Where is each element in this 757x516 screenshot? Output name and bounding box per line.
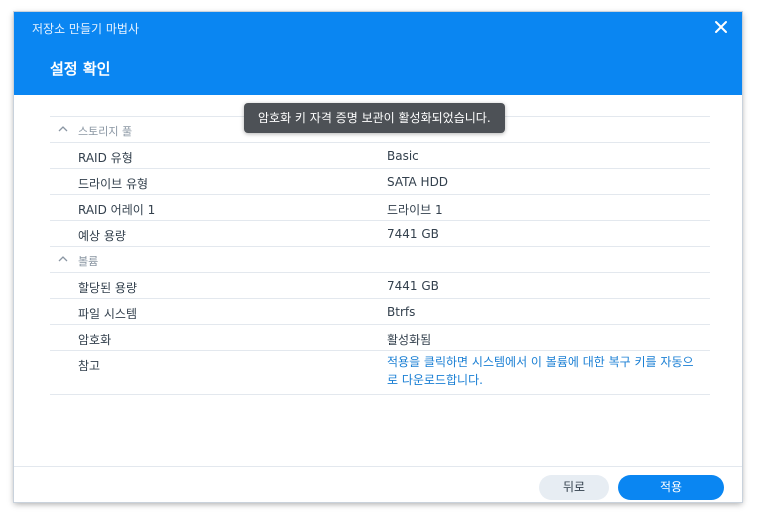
- wizard-title: 저장소 만들기 마법사: [32, 22, 139, 36]
- summary-table: 스토리지 풀 RAID 유형 Basic 드라이브 유형 SATA HDD RA…: [50, 116, 710, 395]
- row-label: 참고: [78, 359, 101, 373]
- toast-notification: 암호화 키 자격 증명 보관이 활성화되었습니다.: [244, 103, 505, 133]
- row-label: RAID 유형: [78, 151, 133, 165]
- row-label: 파일 시스템: [78, 307, 138, 321]
- row-label: 드라이브 유형: [78, 177, 149, 191]
- chevron-up-icon: [58, 126, 68, 132]
- table-row: RAID 어레이 1 드라이브 1: [50, 195, 710, 221]
- row-value: 드라이브 1: [387, 203, 443, 217]
- row-value: 활성화됨: [387, 333, 432, 347]
- apply-button[interactable]: 적용: [618, 475, 724, 500]
- row-value: 7441 GB: [387, 227, 439, 241]
- row-value: SATA HDD: [387, 175, 449, 189]
- table-row: 예상 용량 7441 GB: [50, 221, 710, 247]
- table-row: RAID 유형 Basic: [50, 143, 710, 169]
- back-button[interactable]: 뒤로: [539, 475, 609, 500]
- dialog-footer: 뒤로 적용: [14, 466, 742, 502]
- step-title: 설정 확인: [50, 60, 111, 78]
- section-label: 스토리지 풀: [78, 125, 133, 138]
- note-text: 적용을 클릭하면 시스템에서 이 볼륨에 대한 복구 키를 자동으로 다운로드합…: [387, 355, 694, 387]
- table-row: 파일 시스템 Btrfs: [50, 299, 710, 325]
- close-icon: [715, 21, 727, 33]
- storage-wizard-dialog: 저장소 만들기 마법사 설정 확인 스토리지 풀 RAID 유형 Basic 드…: [14, 12, 742, 502]
- table-row: 할당된 용량 7441 GB: [50, 273, 710, 299]
- table-row: 암호화 활성화됨: [50, 325, 710, 351]
- dialog-header: 저장소 만들기 마법사 설정 확인: [14, 12, 742, 95]
- row-value: Basic: [387, 149, 419, 163]
- row-label: 예상 용량: [78, 229, 126, 243]
- close-button[interactable]: [712, 18, 730, 36]
- row-label: RAID 어레이 1: [78, 203, 156, 217]
- row-label: 할당된 용량: [78, 281, 138, 295]
- section-header-volume[interactable]: 볼륨: [50, 247, 710, 273]
- table-row: 참고 적용을 클릭하면 시스템에서 이 볼륨에 대한 복구 키를 자동으로 다운…: [50, 351, 710, 395]
- chevron-up-icon: [58, 256, 68, 262]
- row-value: Btrfs: [387, 305, 416, 319]
- section-label: 볼륨: [78, 255, 99, 268]
- table-row: 드라이브 유형 SATA HDD: [50, 169, 710, 195]
- row-label: 암호화: [78, 333, 112, 347]
- row-value: 7441 GB: [387, 279, 439, 293]
